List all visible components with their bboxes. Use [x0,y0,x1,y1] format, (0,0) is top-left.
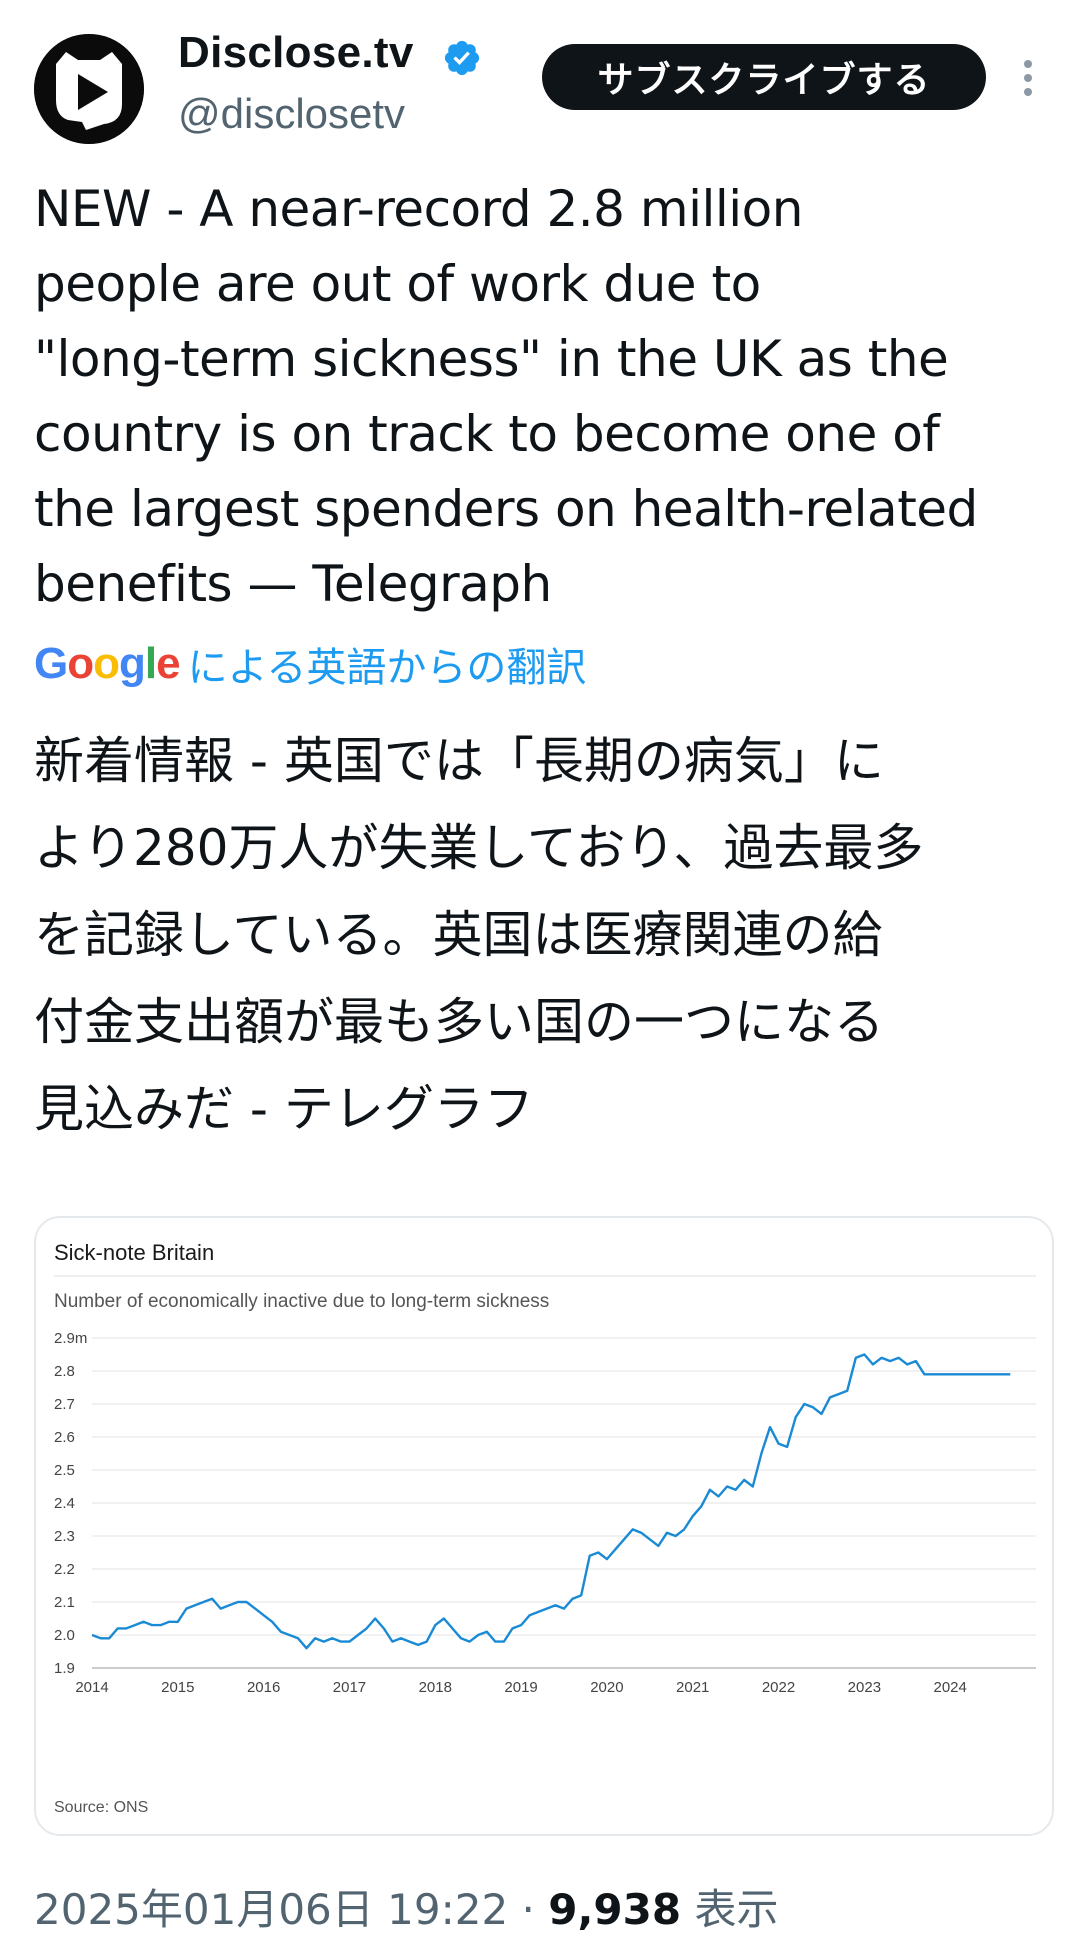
y-tick-label: 2.3 [54,1528,75,1545]
tweet-footer: 2025年01月06日 19:22 · 9,938 表示 [34,1876,778,1937]
y-tick-label: 2.4 [54,1495,75,1512]
translation-attribution[interactable]: Google による英語からの翻訳 [34,636,586,692]
y-tick-label: 1.9 [54,1660,75,1677]
subscribe-button[interactable]: サブスクライブする [542,44,986,110]
play-logo-icon [34,34,144,144]
x-tick-label: 2016 [247,1679,280,1696]
y-tick-label: 2.7 [54,1396,75,1413]
chart-card[interactable]: Sick-note Britain Number of economically… [34,1216,1054,1836]
more-options-icon[interactable] [1018,58,1038,98]
tweet-header: Disclose.tv @disclosetv サブスクライブする [0,0,1080,150]
translation-label[interactable]: による英語からの翻訳 [188,635,587,693]
x-tick-label: 2024 [933,1679,966,1696]
x-tick-label: 2023 [848,1679,881,1696]
x-tick-label: 2022 [762,1679,795,1696]
display-name[interactable]: Disclose.tv [178,28,414,78]
views-label: 表示 [694,1885,779,1934]
timestamp[interactable]: 2025年01月06日 19:22 [34,1885,508,1934]
grid-lines [92,1337,1036,1669]
line-chart: Sick-note Britain Number of economically… [54,1240,1036,1816]
y-tick-label: 2.1 [54,1594,75,1611]
tweet-text: NEW - A near-record 2.8 million people a… [34,180,978,613]
x-tick-label: 2015 [161,1679,194,1696]
x-tick-label: 2019 [504,1679,537,1696]
y-tick-label: 2.2 [54,1561,75,1578]
views-count: 9,938 [548,1885,682,1934]
y-tick-label: 2.0 [54,1627,75,1644]
separator: · [521,1885,535,1934]
y-tick-label: 2.5 [54,1462,75,1479]
x-axis-ticks: 2014 2015 2016 2017 2018 2019 2020 2021 2022 2023… [75,1679,967,1696]
y-tick-label: 2.6 [54,1429,75,1446]
x-tick-label: 2020 [590,1679,623,1696]
handle[interactable]: @disclosetv [178,90,405,138]
x-tick-label: 2014 [75,1679,108,1696]
chart-title: Sick-note Britain [54,1240,214,1265]
chart-subtitle: Number of economically inactive due to l… [54,1291,549,1312]
x-tick-label: 2021 [676,1679,709,1696]
google-logo: Google [34,639,181,688]
translated-text: 新着情報 - 英国では「長期の病気」に より280万人が失業しており、過去最多 … [34,732,924,1138]
y-axis-ticks: 2.9m 2.8 2.7 2.6 2.5 2.4 2.3 2.2 2.1 2.0 1.9 [54,1330,87,1677]
y-tick-label: 2.8 [54,1363,75,1380]
series-line [91,1353,1011,1650]
x-tick-label: 2017 [333,1679,366,1696]
y-tick-label: 2.9m [54,1330,87,1347]
chart-source: Source: ONS [54,1799,148,1816]
avatar[interactable] [34,34,144,144]
verified-badge-icon [444,40,480,76]
x-tick-label: 2018 [419,1679,452,1696]
